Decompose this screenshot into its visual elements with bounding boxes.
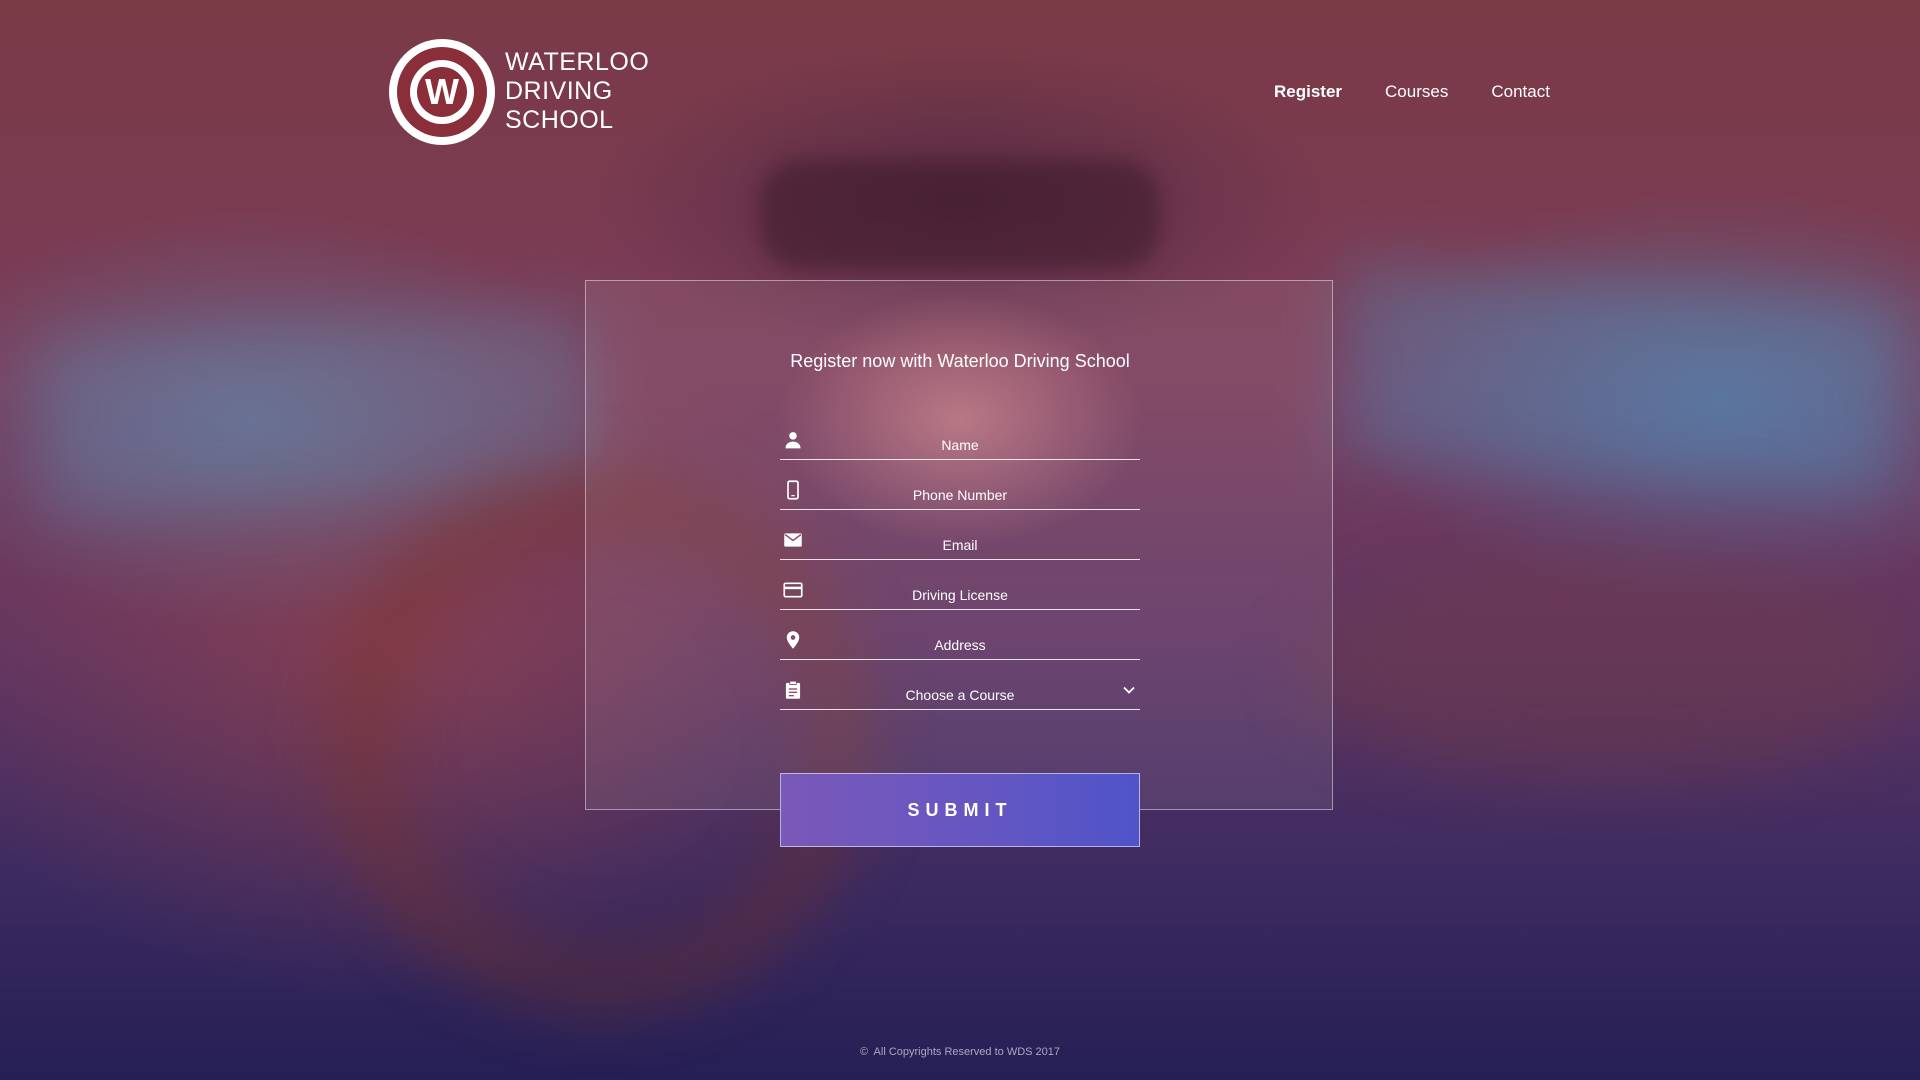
phone-field[interactable]: Phone Number: [780, 475, 1140, 510]
logo-ring: W: [397, 47, 487, 137]
driving-license-field[interactable]: Driving License: [780, 575, 1140, 610]
course-select-value: Choose a Course: [905, 687, 1015, 703]
nav-contact[interactable]: Contact: [1491, 82, 1550, 102]
footer: © All Copyrights Reserved to WDS 2017: [0, 1046, 1920, 1058]
email-field[interactable]: Email: [780, 525, 1140, 560]
chevron-down-icon: [1123, 686, 1135, 694]
background-mirror: [760, 160, 1160, 270]
submit-button[interactable]: SUBMIT: [780, 773, 1140, 847]
address-field[interactable]: Address: [780, 625, 1140, 660]
nav-courses[interactable]: Courses: [1385, 82, 1448, 102]
brand-line-3: SCHOOL: [505, 106, 614, 134]
background-dashboard: [1300, 560, 1920, 780]
course-select[interactable]: Choose a Course: [780, 675, 1140, 710]
logo[interactable]: W: [389, 39, 495, 145]
footer-text: All Copyrights Reserved to WDS 2017: [873, 1046, 1061, 1058]
copyright-icon: ©: [859, 1046, 869, 1058]
brand-line-1: WATERLOO: [505, 48, 650, 76]
logo-letter: W: [417, 67, 467, 117]
email-placeholder: Email: [942, 537, 978, 553]
nav-register[interactable]: Register: [1274, 82, 1342, 102]
phone-placeholder: Phone Number: [912, 487, 1008, 503]
form-title: Register now with Waterloo Driving Schoo…: [790, 351, 1130, 371]
name-placeholder: Name: [941, 437, 979, 453]
address-placeholder: Address: [934, 637, 986, 653]
page-background: W WATERLOO DRIVING SCHOOL Register Cours…: [0, 0, 1920, 1080]
background-window-right: [1333, 260, 1907, 500]
driving-license-placeholder: Driving License: [912, 587, 1008, 603]
main-nav: Register Courses Contact: [1274, 82, 1593, 102]
logo-inner: W: [410, 60, 474, 124]
name-field[interactable]: Name: [780, 425, 1140, 460]
brand-line-2: DRIVING: [505, 77, 613, 105]
brand-name[interactable]: WATERLOO DRIVING SCHOOL: [505, 48, 649, 135]
